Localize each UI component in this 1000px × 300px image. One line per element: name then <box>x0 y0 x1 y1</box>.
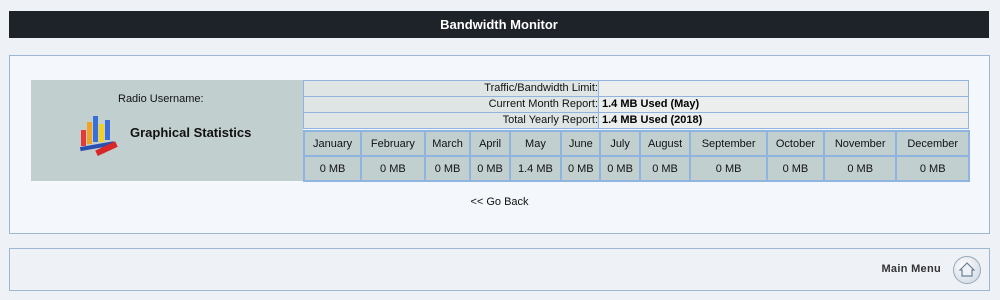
profile-box: Radio Username: Graphical Statistics <box>31 80 303 181</box>
limit-value <box>599 81 602 96</box>
month-header: May <box>508 130 563 157</box>
month-value: 0 MB <box>423 155 472 182</box>
month-value: 0 MB <box>560 155 602 182</box>
month-value: 0 MB <box>765 155 825 182</box>
month-header: November <box>822 130 898 157</box>
month-label: Current Month Report: <box>304 97 599 112</box>
month-header: April <box>469 130 511 157</box>
limit-row: Traffic/Bandwidth Limit: <box>303 80 969 96</box>
month-header: February <box>360 130 426 157</box>
month-header: January <box>302 130 363 157</box>
month-header: August <box>638 130 692 157</box>
limit-label: Traffic/Bandwidth Limit: <box>304 81 599 96</box>
month-header: December <box>895 130 970 157</box>
month-value: 1.4 MB Used (May) <box>602 98 700 110</box>
month-value: 0 MB <box>302 155 363 182</box>
year-label: Total Yearly Report: <box>304 113 599 128</box>
home-icon[interactable] <box>953 256 981 284</box>
month-value: 1.4 MB <box>508 155 563 182</box>
main-menu-link[interactable]: Main Menu <box>881 263 941 275</box>
month-header: July <box>599 130 641 157</box>
month-header: March <box>423 130 472 157</box>
page-title: Bandwidth Monitor <box>9 11 989 38</box>
month-value: 0 MB <box>360 155 426 182</box>
footer-bar: Main Menu <box>9 248 990 291</box>
graphical-statistics-label: Graphical Statistics <box>130 125 252 140</box>
month-value: 0 MB <box>822 155 898 182</box>
month-value: 0 MB <box>469 155 511 182</box>
month-header: October <box>765 130 825 157</box>
month-value: 0 MB <box>599 155 641 182</box>
summary-table: Traffic/Bandwidth Limit: Current Month R… <box>303 80 969 129</box>
month-header: September <box>689 130 768 157</box>
go-back-link[interactable]: << Go Back <box>10 196 989 208</box>
radio-username-label: Radio Username: <box>118 93 204 105</box>
bar-chart-icon <box>79 116 118 157</box>
month-value-row: 0 MB 0 MB 0 MB 0 MB 1.4 MB 0 MB 0 MB 0 M… <box>302 155 970 182</box>
month-header: June <box>560 130 602 157</box>
radio-username-value <box>201 92 261 106</box>
year-value: 1.4 MB Used (2018) <box>602 114 703 126</box>
year-row: Total Yearly Report: 1.4 MB Used (2018) <box>303 112 969 129</box>
month-row: Current Month Report: 1.4 MB Used (May) <box>303 96 969 112</box>
monthly-usage-table: January February March April May June Ju… <box>302 130 970 182</box>
month-value: 0 MB <box>895 155 970 182</box>
month-header-row: January February March April May June Ju… <box>302 130 970 157</box>
bandwidth-panel: Radio Username: Graphical Statistics Tra… <box>9 55 990 234</box>
month-value: 0 MB <box>638 155 692 182</box>
month-value: 0 MB <box>689 155 768 182</box>
